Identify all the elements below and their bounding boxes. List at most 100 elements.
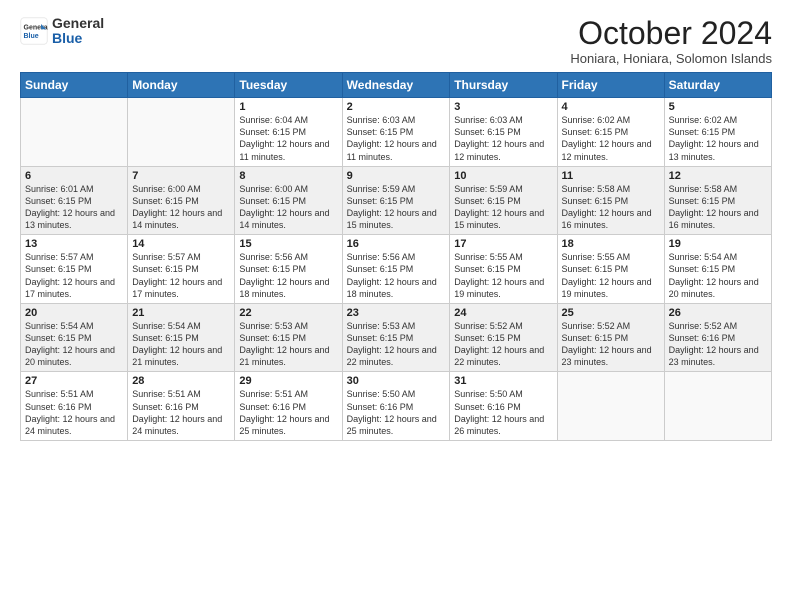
day-number: 9 bbox=[347, 170, 446, 182]
calendar-week-3: 13Sunrise: 5:57 AMSunset: 6:15 PMDayligh… bbox=[21, 235, 772, 304]
calendar-cell: 27Sunrise: 5:51 AMSunset: 6:16 PMDayligh… bbox=[21, 372, 128, 441]
calendar-cell: 12Sunrise: 5:58 AMSunset: 6:15 PMDayligh… bbox=[664, 166, 771, 235]
day-info: Sunrise: 5:53 AMSunset: 6:15 PMDaylight:… bbox=[239, 320, 337, 369]
day-number: 10 bbox=[454, 170, 552, 182]
day-info: Sunrise: 6:00 AMSunset: 6:15 PMDaylight:… bbox=[132, 183, 230, 232]
day-info: Sunrise: 6:03 AMSunset: 6:15 PMDaylight:… bbox=[454, 114, 552, 163]
day-number: 22 bbox=[239, 307, 337, 319]
calendar-cell: 6Sunrise: 6:01 AMSunset: 6:15 PMDaylight… bbox=[21, 166, 128, 235]
day-number: 12 bbox=[669, 170, 767, 182]
day-number: 30 bbox=[347, 375, 446, 387]
day-number: 3 bbox=[454, 101, 552, 113]
day-number: 26 bbox=[669, 307, 767, 319]
day-info: Sunrise: 5:51 AMSunset: 6:16 PMDaylight:… bbox=[25, 388, 123, 437]
calendar-cell: 3Sunrise: 6:03 AMSunset: 6:15 PMDaylight… bbox=[450, 98, 557, 167]
day-number: 14 bbox=[132, 238, 230, 250]
calendar-cell: 10Sunrise: 5:59 AMSunset: 6:15 PMDayligh… bbox=[450, 166, 557, 235]
calendar-cell: 20Sunrise: 5:54 AMSunset: 6:15 PMDayligh… bbox=[21, 303, 128, 372]
calendar-cell: 7Sunrise: 6:00 AMSunset: 6:15 PMDaylight… bbox=[128, 166, 235, 235]
page: General Blue General Blue October 2024 H… bbox=[0, 0, 792, 451]
calendar-cell: 24Sunrise: 5:52 AMSunset: 6:15 PMDayligh… bbox=[450, 303, 557, 372]
calendar-cell: 22Sunrise: 5:53 AMSunset: 6:15 PMDayligh… bbox=[235, 303, 342, 372]
day-info: Sunrise: 5:57 AMSunset: 6:15 PMDaylight:… bbox=[25, 251, 123, 300]
day-number: 21 bbox=[132, 307, 230, 319]
day-info: Sunrise: 6:01 AMSunset: 6:15 PMDaylight:… bbox=[25, 183, 123, 232]
day-number: 27 bbox=[25, 375, 123, 387]
day-number: 29 bbox=[239, 375, 337, 387]
calendar-table: Sunday Monday Tuesday Wednesday Thursday… bbox=[20, 72, 772, 441]
day-info: Sunrise: 5:53 AMSunset: 6:15 PMDaylight:… bbox=[347, 320, 446, 369]
day-info: Sunrise: 5:54 AMSunset: 6:15 PMDaylight:… bbox=[25, 320, 123, 369]
calendar-cell bbox=[128, 98, 235, 167]
day-info: Sunrise: 5:54 AMSunset: 6:15 PMDaylight:… bbox=[669, 251, 767, 300]
day-info: Sunrise: 5:59 AMSunset: 6:15 PMDaylight:… bbox=[454, 183, 552, 232]
day-number: 24 bbox=[454, 307, 552, 319]
day-info: Sunrise: 5:51 AMSunset: 6:16 PMDaylight:… bbox=[132, 388, 230, 437]
day-info: Sunrise: 5:59 AMSunset: 6:15 PMDaylight:… bbox=[347, 183, 446, 232]
logo-icon: General Blue bbox=[20, 17, 48, 45]
day-info: Sunrise: 6:03 AMSunset: 6:15 PMDaylight:… bbox=[347, 114, 446, 163]
day-info: Sunrise: 5:55 AMSunset: 6:15 PMDaylight:… bbox=[454, 251, 552, 300]
day-number: 11 bbox=[562, 170, 660, 182]
calendar-cell: 31Sunrise: 5:50 AMSunset: 6:16 PMDayligh… bbox=[450, 372, 557, 441]
day-info: Sunrise: 5:52 AMSunset: 6:15 PMDaylight:… bbox=[454, 320, 552, 369]
day-number: 4 bbox=[562, 101, 660, 113]
day-number: 16 bbox=[347, 238, 446, 250]
day-info: Sunrise: 5:50 AMSunset: 6:16 PMDaylight:… bbox=[347, 388, 446, 437]
calendar-cell: 8Sunrise: 6:00 AMSunset: 6:15 PMDaylight… bbox=[235, 166, 342, 235]
day-info: Sunrise: 5:52 AMSunset: 6:16 PMDaylight:… bbox=[669, 320, 767, 369]
col-wednesday: Wednesday bbox=[342, 73, 450, 98]
month-title: October 2024 bbox=[570, 16, 772, 51]
calendar-cell: 21Sunrise: 5:54 AMSunset: 6:15 PMDayligh… bbox=[128, 303, 235, 372]
calendar-cell: 28Sunrise: 5:51 AMSunset: 6:16 PMDayligh… bbox=[128, 372, 235, 441]
day-number: 28 bbox=[132, 375, 230, 387]
day-number: 20 bbox=[25, 307, 123, 319]
day-number: 23 bbox=[347, 307, 446, 319]
day-info: Sunrise: 5:57 AMSunset: 6:15 PMDaylight:… bbox=[132, 251, 230, 300]
day-info: Sunrise: 5:50 AMSunset: 6:16 PMDaylight:… bbox=[454, 388, 552, 437]
day-number: 13 bbox=[25, 238, 123, 250]
day-info: Sunrise: 5:55 AMSunset: 6:15 PMDaylight:… bbox=[562, 251, 660, 300]
day-info: Sunrise: 5:58 AMSunset: 6:15 PMDaylight:… bbox=[669, 183, 767, 232]
day-number: 8 bbox=[239, 170, 337, 182]
day-number: 31 bbox=[454, 375, 552, 387]
svg-text:Blue: Blue bbox=[24, 33, 39, 40]
day-info: Sunrise: 5:54 AMSunset: 6:15 PMDaylight:… bbox=[132, 320, 230, 369]
header-row: Sunday Monday Tuesday Wednesday Thursday… bbox=[21, 73, 772, 98]
calendar-cell bbox=[21, 98, 128, 167]
location-subtitle: Honiara, Honiara, Solomon Islands bbox=[570, 51, 772, 66]
calendar-week-2: 6Sunrise: 6:01 AMSunset: 6:15 PMDaylight… bbox=[21, 166, 772, 235]
calendar-week-1: 1Sunrise: 6:04 AMSunset: 6:15 PMDaylight… bbox=[21, 98, 772, 167]
day-number: 2 bbox=[347, 101, 446, 113]
col-tuesday: Tuesday bbox=[235, 73, 342, 98]
logo-general-text: General bbox=[52, 16, 104, 31]
logo-text: General Blue bbox=[52, 16, 104, 47]
calendar-cell: 14Sunrise: 5:57 AMSunset: 6:15 PMDayligh… bbox=[128, 235, 235, 304]
day-info: Sunrise: 6:04 AMSunset: 6:15 PMDaylight:… bbox=[239, 114, 337, 163]
title-section: October 2024 Honiara, Honiara, Solomon I… bbox=[570, 16, 772, 66]
day-info: Sunrise: 5:56 AMSunset: 6:15 PMDaylight:… bbox=[347, 251, 446, 300]
day-info: Sunrise: 5:56 AMSunset: 6:15 PMDaylight:… bbox=[239, 251, 337, 300]
calendar-cell: 17Sunrise: 5:55 AMSunset: 6:15 PMDayligh… bbox=[450, 235, 557, 304]
calendar-cell: 19Sunrise: 5:54 AMSunset: 6:15 PMDayligh… bbox=[664, 235, 771, 304]
col-sunday: Sunday bbox=[21, 73, 128, 98]
calendar-cell: 23Sunrise: 5:53 AMSunset: 6:15 PMDayligh… bbox=[342, 303, 450, 372]
calendar-week-5: 27Sunrise: 5:51 AMSunset: 6:16 PMDayligh… bbox=[21, 372, 772, 441]
day-number: 15 bbox=[239, 238, 337, 250]
day-info: Sunrise: 6:02 AMSunset: 6:15 PMDaylight:… bbox=[562, 114, 660, 163]
calendar-cell: 30Sunrise: 5:50 AMSunset: 6:16 PMDayligh… bbox=[342, 372, 450, 441]
calendar-cell: 5Sunrise: 6:02 AMSunset: 6:15 PMDaylight… bbox=[664, 98, 771, 167]
calendar-cell: 15Sunrise: 5:56 AMSunset: 6:15 PMDayligh… bbox=[235, 235, 342, 304]
day-number: 5 bbox=[669, 101, 767, 113]
calendar-cell: 18Sunrise: 5:55 AMSunset: 6:15 PMDayligh… bbox=[557, 235, 664, 304]
logo-blue-text: Blue bbox=[52, 31, 104, 46]
calendar-week-4: 20Sunrise: 5:54 AMSunset: 6:15 PMDayligh… bbox=[21, 303, 772, 372]
day-info: Sunrise: 5:51 AMSunset: 6:16 PMDaylight:… bbox=[239, 388, 337, 437]
day-number: 18 bbox=[562, 238, 660, 250]
calendar-cell: 11Sunrise: 5:58 AMSunset: 6:15 PMDayligh… bbox=[557, 166, 664, 235]
col-saturday: Saturday bbox=[664, 73, 771, 98]
calendar-cell bbox=[557, 372, 664, 441]
day-number: 19 bbox=[669, 238, 767, 250]
day-number: 1 bbox=[239, 101, 337, 113]
col-thursday: Thursday bbox=[450, 73, 557, 98]
